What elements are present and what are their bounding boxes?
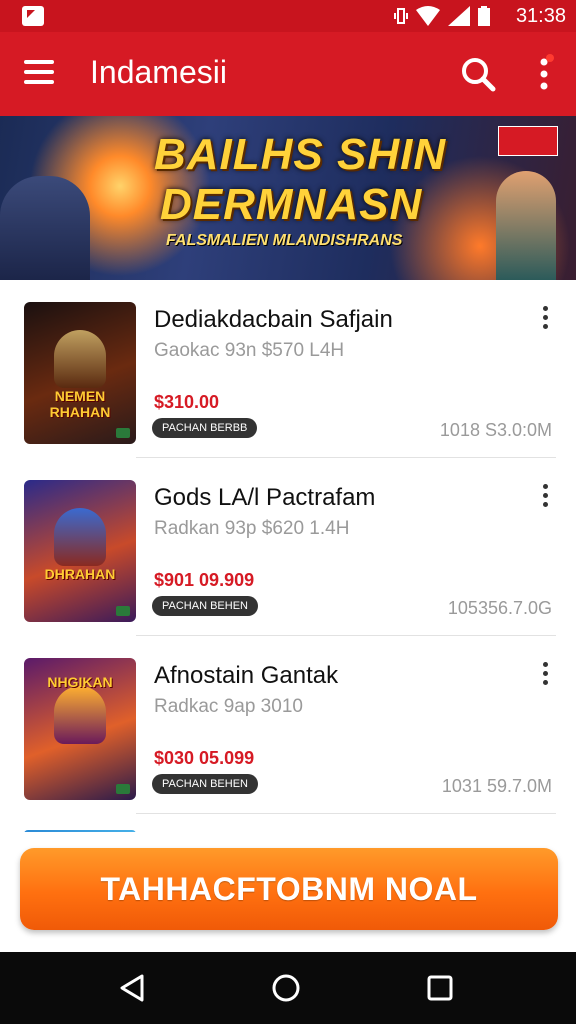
item-title: Afnostain Gantak [154, 662, 339, 689]
system-nav-bar [0, 952, 576, 1024]
banner-hero-right [496, 171, 556, 280]
item-tag[interactable]: PACHAN BEHEN [152, 774, 258, 794]
item-subtitle: Radkan 93p $620 1.4H [154, 518, 350, 539]
game-thumbnail[interactable]: NEMEN RHAHAN [24, 302, 136, 444]
signal-icon [448, 6, 470, 26]
thumbnail-label: NEMEN RHAHAN [49, 388, 111, 420]
wifi-icon [416, 6, 440, 26]
item-price: $901 09.909 [154, 570, 255, 590]
app-title: Indamesii [90, 54, 227, 90]
item-price: $030 05.099 [154, 748, 255, 768]
thumbnail-label: DHRAHAN [44, 566, 116, 582]
item-more-icon[interactable] [540, 484, 550, 512]
status-bar: 31:38 [0, 0, 576, 32]
item-meta: 1018 S3.0:0M [439, 420, 552, 440]
recents-square-icon[interactable] [420, 968, 460, 1008]
promo-banner[interactable]: BAILHS SHIN DERMNASN FALSMALIEN MLANDISH… [0, 116, 576, 280]
thumbnail-label: NHGIKAN [47, 674, 113, 690]
item-more-icon[interactable] [540, 306, 550, 334]
item-title: Dediakdacbain Safjain [154, 306, 393, 333]
item-more-icon[interactable] [540, 662, 550, 690]
banner-headline-2: DERMNASN [160, 180, 423, 229]
banner-badge [498, 126, 558, 156]
item-subtitle: Gaokac 93n $570 L4H [154, 340, 345, 361]
list-item[interactable]: DHRAHAN Gods LA/l Pactrafam Radkan 93p $… [0, 458, 576, 636]
banner-subtitle: FALSMALIEN MLANDISHRANS [166, 232, 403, 249]
list-item[interactable]: NEMEN RHAHAN Dediakdacbain Safjain Gaoka… [0, 280, 576, 458]
item-meta: 1031 59.7.0M [441, 776, 552, 796]
menu-icon[interactable] [24, 60, 54, 86]
more-vert-icon[interactable] [530, 54, 558, 94]
item-tag[interactable]: PACHAN BERBB [152, 418, 258, 438]
back-triangle-icon[interactable] [112, 968, 152, 1008]
vibrate-icon [394, 8, 408, 24]
list-item[interactable]: NHGIKAN Afnostain Gantak Radkac 9ap 3010… [0, 636, 576, 814]
battery-icon [478, 6, 490, 26]
game-thumbnail[interactable]: DHRAHAN [24, 480, 136, 622]
status-icons [394, 6, 490, 26]
notification-icon [22, 6, 44, 26]
banner-hero-left [0, 176, 90, 280]
primary-cta-button[interactable]: TAHHACFTOBNM NOAL [20, 848, 558, 930]
item-subtitle: Radkac 9ap 3010 [154, 696, 303, 717]
item-price: $310.00 [154, 392, 220, 412]
banner-headline-1: BAILHS SHIN [154, 130, 447, 179]
item-tag[interactable]: PACHAN BEHEN [152, 596, 258, 616]
status-time: 31:38 [515, 5, 566, 27]
game-thumbnail[interactable]: NHGIKAN [24, 658, 136, 800]
search-icon[interactable] [458, 54, 498, 94]
item-title: Gods LA/l Pactrafam [154, 484, 376, 511]
app-bar: Indamesii [0, 32, 576, 116]
home-circle-icon[interactable] [266, 968, 306, 1008]
item-meta: 105356.7.0G [447, 598, 552, 618]
